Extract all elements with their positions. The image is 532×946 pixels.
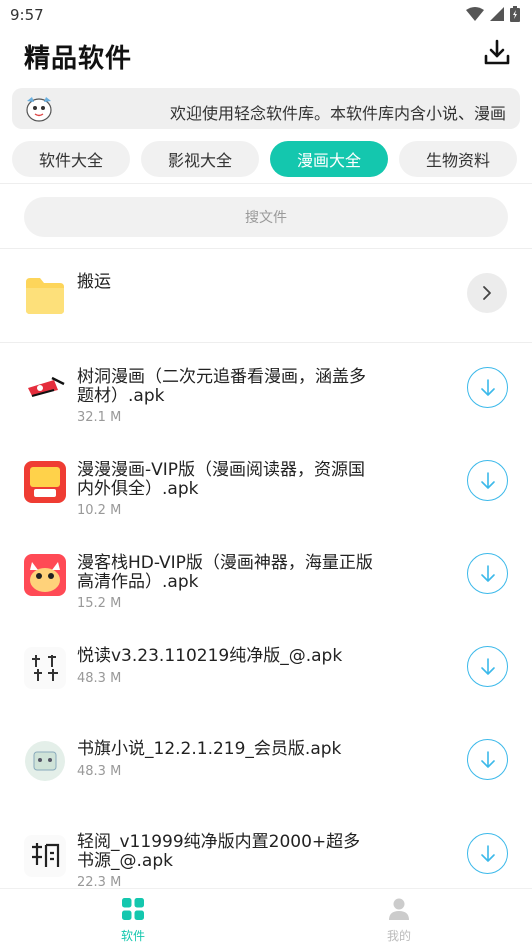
folder-row[interactable]: 搬运: [0, 258, 532, 342]
nav-item-software[interactable]: 软件: [103, 897, 163, 944]
signal-icon: [490, 7, 504, 21]
download-action: [467, 739, 509, 781]
tab-comics[interactable]: 漫画大全: [270, 141, 388, 177]
list-item[interactable]: 漫漫漫画-VIP版（漫画阅读器，资源国内外俱全）.apk 10.2 M: [0, 439, 532, 531]
download-button[interactable]: [482, 38, 512, 68]
person-icon: [389, 898, 409, 920]
file-size: 48.3 M: [77, 764, 122, 779]
divider: [0, 183, 532, 184]
download-action: [467, 460, 509, 502]
list-item[interactable]: 树洞漫画（二次元追番看漫画，涵盖多题材）.apk 32.1 M: [0, 346, 532, 438]
page-title: 精品软件: [24, 44, 133, 74]
shudong-app-icon: [28, 376, 65, 397]
file-size: 32.1 M: [77, 410, 122, 425]
folder-name: 搬运: [77, 272, 111, 292]
file-title: 树洞漫画（二次元追番看漫画，涵盖多题材）.apk: [77, 367, 366, 406]
status-icons: [466, 6, 520, 22]
arrow-down-icon: [480, 564, 495, 582]
file-title: 悦读v3.23.110219纯净版_@.apk: [77, 646, 343, 666]
shuqi-app-icon: [25, 741, 65, 781]
download-button[interactable]: [467, 460, 508, 501]
file-title: 书旗小说_12.2.1.219_会员版.apk: [77, 739, 342, 759]
download-button[interactable]: [467, 833, 508, 874]
arrow-down-icon: [480, 750, 495, 768]
grid-icon: [122, 898, 144, 920]
download-action: [467, 553, 509, 595]
nav-label: 我的: [386, 929, 411, 943]
arrow-down-icon: [480, 471, 495, 489]
wifi-icon: [466, 7, 484, 21]
notice-text: 欢迎使用轻念软件库。本软件库内含小说、漫画: [170, 104, 507, 123]
status-time: 9:57: [10, 6, 44, 24]
mascot-icon: [26, 97, 52, 122]
file-size: 48.3 M: [77, 671, 122, 686]
tab-biology[interactable]: 生物资料: [399, 141, 517, 177]
arrow-down-icon: [480, 844, 495, 862]
download-action: [467, 646, 509, 688]
file-size: 10.2 M: [77, 503, 122, 518]
download-button[interactable]: [467, 553, 508, 594]
list-item[interactable]: 悦读v3.23.110219纯净版_@.apk 48.3 M: [0, 625, 532, 717]
yuedu-app-icon: [24, 647, 66, 689]
file-title: 轻阅_v11999纯净版内置2000+超多书源_@.apk: [77, 832, 361, 871]
mankezhan-app-icon: [24, 554, 66, 596]
download-button[interactable]: [467, 739, 508, 780]
file-size: 22.3 M: [77, 875, 122, 888]
arrow-down-icon: [480, 657, 495, 675]
list-item[interactable]: 漫客栈HD-VIP版（漫画神器，海量正版高清作品）.apk 15.2 M: [0, 532, 532, 624]
file-title: 漫漫漫画-VIP版（漫画阅读器，资源国内外俱全）.apk: [77, 460, 366, 499]
battery-icon: [510, 6, 520, 22]
download-action: [467, 833, 509, 875]
qingyue-app-icon: [24, 835, 66, 877]
nav-item-mine[interactable]: 我的: [369, 897, 429, 944]
arrow-down-icon: [480, 378, 495, 396]
list-item[interactable]: 轻阅_v11999纯净版内置2000+超多书源_@.apk 22.3 M: [0, 811, 532, 888]
chevron-right-icon: [483, 286, 491, 300]
divider: [0, 248, 532, 249]
notice-banner[interactable]: 欢迎使用轻念软件库。本软件库内含小说、漫画: [12, 88, 520, 129]
bottom-nav: 软件 我的: [0, 888, 532, 946]
nav-label: 软件: [120, 929, 145, 943]
download-icon: [484, 39, 510, 65]
folder-action: [467, 273, 509, 315]
download-button[interactable]: [467, 646, 508, 687]
open-folder-button[interactable]: [467, 273, 507, 313]
download-action: [467, 367, 509, 409]
category-tabs: 软件大全 影视大全 漫画大全 生物资料: [12, 141, 532, 177]
tab-software[interactable]: 软件大全: [12, 141, 130, 177]
tab-movies[interactable]: 影视大全: [141, 141, 259, 177]
divider: [0, 342, 532, 343]
folder-icon: [26, 278, 64, 314]
list-item[interactable]: 书旗小说_12.2.1.219_会员版.apk 48.3 M: [0, 718, 532, 810]
file-title: 漫客栈HD-VIP版（漫画神器，海量正版高清作品）.apk: [77, 553, 373, 592]
status-bar: 9:57: [0, 0, 532, 30]
manman-app-icon: [24, 461, 66, 503]
file-size: 15.2 M: [77, 596, 122, 611]
search-input[interactable]: 搜文件: [24, 197, 508, 237]
download-button[interactable]: [467, 367, 508, 408]
header: 精品软件: [0, 30, 532, 82]
